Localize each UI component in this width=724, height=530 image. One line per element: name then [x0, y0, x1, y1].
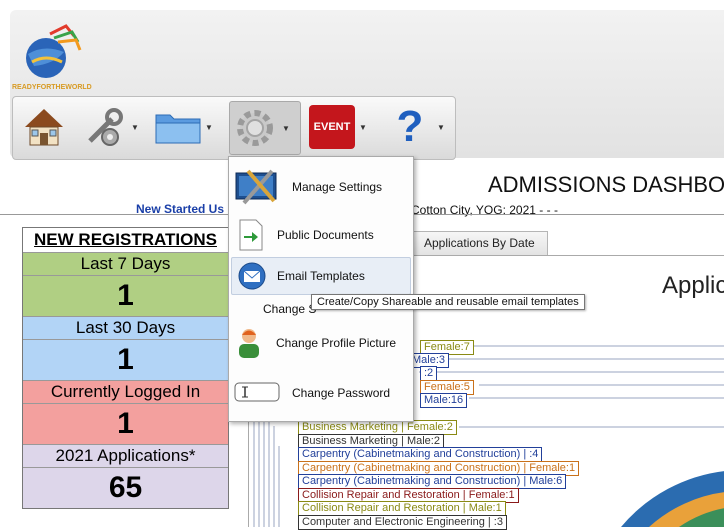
home-button[interactable] [19, 101, 69, 153]
menu-item-label: Change S [263, 302, 317, 316]
public-documents-icon [229, 218, 273, 252]
chevron-down-icon: ▼ [282, 123, 290, 133]
chart-legend-label: Carpentry (Cabinetmaking and Constructio… [298, 474, 567, 489]
chart-legend-label: Carpentry (Cabinetmaking and Constructio… [298, 447, 543, 462]
applications-value: 65 [23, 468, 228, 508]
last-7-days-label: Last 7 Days [23, 253, 228, 276]
stats-heading: NEW REGISTRATIONS [23, 228, 228, 253]
menu-item-label: Manage Settings [292, 180, 383, 194]
chevron-down-icon: ▼ [359, 122, 367, 132]
last-7-days-value: 1 [23, 276, 228, 317]
chevron-down-icon: ▼ [437, 122, 445, 132]
tools-icon [79, 102, 129, 152]
password-icon [229, 380, 285, 406]
help-icon: ? [385, 102, 435, 152]
menu-item-label: Public Documents [277, 228, 374, 242]
settings-gear-icon [230, 103, 280, 153]
registration-stats-table: NEW REGISTRATIONS Last 7 Days 1 Last 30 … [22, 227, 229, 509]
menu-item-manage-settings[interactable]: Manage Settings [229, 165, 413, 209]
event-menu-button[interactable]: EVENT ▼ [307, 101, 367, 153]
logged-in-label: Currently Logged In [23, 381, 228, 404]
settings-menu-button[interactable]: ▼ [229, 101, 301, 155]
menu-item-change-password[interactable]: Change Password [229, 371, 413, 415]
chart-legend-label: :2 [420, 366, 438, 381]
manage-settings-icon [229, 167, 285, 207]
chart-legend-label: Business Marketing | Female:2 [298, 420, 457, 435]
home-icon [19, 102, 69, 152]
chart-legend-label: Computer and Electronic Engineering | :3 [298, 515, 507, 530]
folder-icon [153, 102, 203, 152]
tab-applications-by-date[interactable]: Applications By Date [411, 231, 548, 255]
event-icon-label: EVENT [309, 105, 355, 149]
main-toolbar: ▼ ▼ ▼ EVENT ▼ ? ▼ [12, 96, 456, 160]
logged-in-value: 1 [23, 404, 228, 445]
menu-item-change-profile-picture[interactable]: Change Profile Picture [229, 323, 413, 363]
last-30-days-label: Last 30 Days [23, 317, 228, 340]
logo-text: READYFORTHEWORLD [12, 84, 92, 91]
help-icon-glyph: ? [396, 102, 424, 151]
menu-item-label: Email Templates [277, 269, 365, 283]
chart-legend-label: Collision Repair and Restoration | Male:… [298, 501, 506, 516]
chart-legend-label: Male:16 [420, 393, 468, 408]
email-icon [232, 261, 272, 291]
chevron-down-icon: ▼ [205, 122, 213, 132]
last-30-days-value: 1 [23, 340, 228, 381]
settings-dropdown-menu: Manage Settings Public Documents Email T… [228, 156, 414, 422]
chart-title: Applic [662, 272, 724, 299]
tools-menu-button[interactable]: ▼ [79, 101, 139, 153]
email-templates-tooltip: Create/Copy Shareable and reusable email… [311, 294, 585, 310]
page-title: ADMISSIONS DASHBO [488, 172, 724, 197]
help-menu-button[interactable]: ? ▼ [385, 101, 445, 153]
menu-item-public-documents[interactable]: Public Documents [229, 215, 413, 255]
menu-item-email-templates[interactable]: Email Templates [231, 257, 411, 295]
event-icon: EVENT [307, 102, 357, 152]
chevron-down-icon: ▼ [131, 122, 139, 132]
profile-picture-icon [229, 326, 269, 360]
menu-item-label: Change Password [292, 386, 391, 400]
menu-item-label: Change Profile Picture [276, 336, 397, 350]
documents-menu-button[interactable]: ▼ [153, 101, 213, 153]
applications-label: 2021 Applications* [23, 445, 228, 468]
